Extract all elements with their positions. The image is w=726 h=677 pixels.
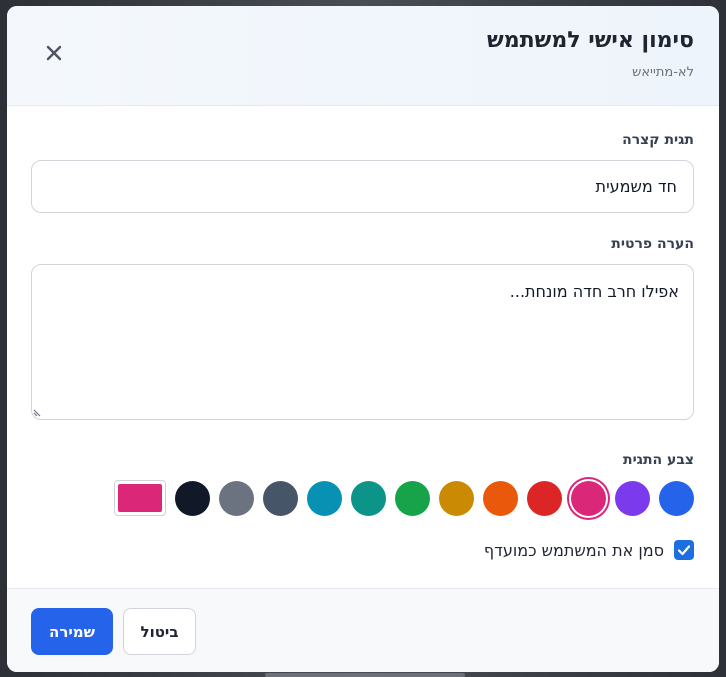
cancel-button[interactable]: ביטול <box>123 608 196 655</box>
color-swatch[interactable] <box>571 480 606 516</box>
color-swatch[interactable] <box>307 480 342 516</box>
color-swatch-list <box>114 480 694 516</box>
private-note-label: הערה פרטית <box>611 236 694 252</box>
mark-important-row: סמן את המשתמש כמועדף <box>484 538 694 562</box>
short-tag-input[interactable] <box>31 160 694 213</box>
color-swatch[interactable] <box>175 480 210 516</box>
tag-color-label: צבע התגית <box>623 452 694 468</box>
dialog-footer: ביטול שמירה <box>7 588 719 672</box>
dialog-subtitle: לא-מתייאש <box>632 65 694 80</box>
mark-important-checkbox[interactable] <box>674 540 694 560</box>
color-swatch[interactable] <box>351 480 386 516</box>
color-swatch[interactable] <box>483 480 518 516</box>
color-swatch[interactable] <box>615 480 650 516</box>
color-swatch[interactable] <box>527 480 562 516</box>
save-button[interactable]: שמירה <box>31 608 113 655</box>
custom-color-picker[interactable] <box>114 480 166 516</box>
background-scroll-indicator <box>265 673 465 677</box>
color-swatch[interactable] <box>263 480 298 516</box>
short-tag-label: תגית קצרה <box>622 132 694 148</box>
color-swatch[interactable] <box>439 480 474 516</box>
resize-handle-icon[interactable] <box>33 407 43 417</box>
checkmark-icon <box>677 545 691 556</box>
color-swatch[interactable] <box>395 480 430 516</box>
close-icon <box>46 45 62 61</box>
color-swatch[interactable] <box>659 480 694 516</box>
mark-important-label[interactable]: סמן את המשתמש כמועדף <box>484 541 664 560</box>
user-mark-dialog: סימון אישי למשתמש לא-מתייאש תגית קצרה הע… <box>7 6 719 672</box>
dialog-header: סימון אישי למשתמש לא-מתייאש <box>7 6 719 106</box>
color-swatch[interactable] <box>219 480 254 516</box>
private-note-textarea[interactable] <box>31 264 694 420</box>
close-button[interactable] <box>41 40 67 66</box>
dialog-title: סימון אישי למשתמש <box>487 28 694 53</box>
custom-color-preview <box>118 484 162 512</box>
